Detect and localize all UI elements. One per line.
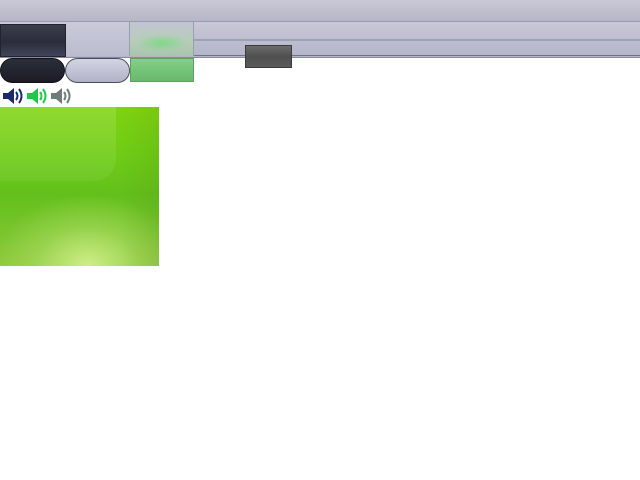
tab-selected[interactable] bbox=[0, 24, 66, 57]
window-corner-glyph: ⋯ bbox=[0, 0, 16, 3]
panel-sheen bbox=[0, 107, 116, 181]
dark-pill-button[interactable] bbox=[0, 58, 65, 83]
speaker-icon[interactable] bbox=[0, 84, 24, 108]
window-title-bar: ⋯ bbox=[0, 0, 640, 22]
light-pill-button[interactable] bbox=[65, 58, 130, 83]
speaker-icon[interactable] bbox=[24, 84, 48, 108]
speaker-icon[interactable] bbox=[48, 84, 72, 108]
tab-bar bbox=[0, 22, 640, 58]
green-panel bbox=[0, 107, 159, 266]
dark-square-button[interactable] bbox=[245, 45, 292, 68]
tab-hover[interactable] bbox=[130, 22, 194, 56]
panel-shade bbox=[119, 107, 159, 266]
green-button[interactable] bbox=[130, 58, 194, 82]
tab-normal[interactable] bbox=[66, 22, 130, 56]
tab-hover-glow bbox=[136, 34, 188, 52]
